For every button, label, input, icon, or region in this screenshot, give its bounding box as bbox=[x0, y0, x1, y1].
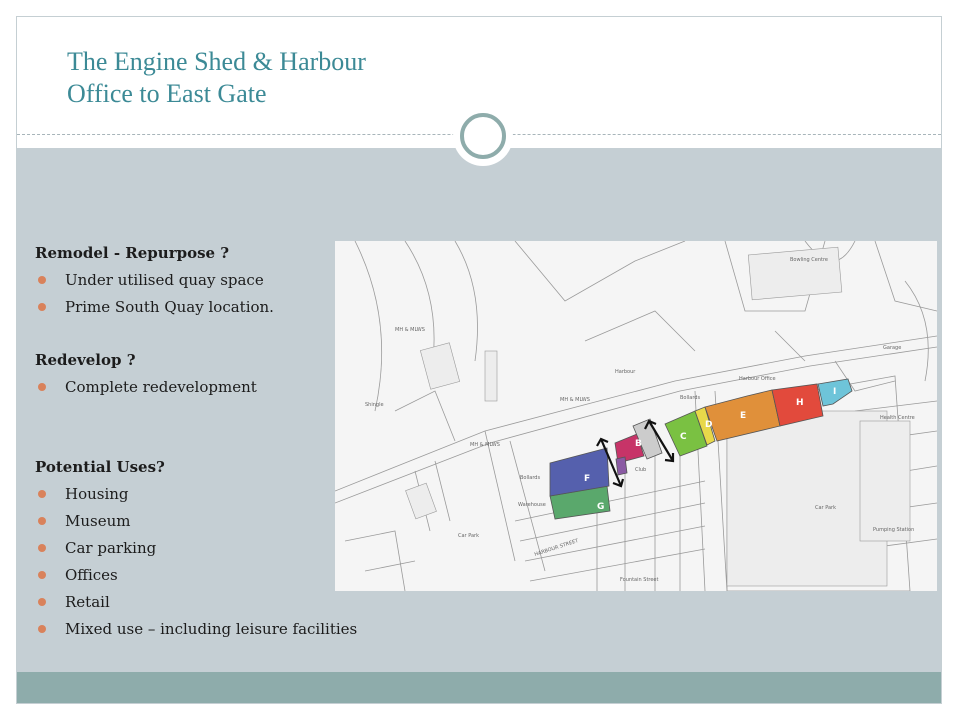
circle-ornament-icon bbox=[453, 106, 513, 166]
remodel-item: Under utilised quay space bbox=[35, 267, 465, 294]
remodel-heading: Remodel - Repurpose ? bbox=[35, 244, 230, 262]
uses-item-text: Housing bbox=[65, 485, 129, 503]
bullet-dot-icon bbox=[38, 490, 46, 498]
slide-title-line-2: Office to East Gate bbox=[67, 79, 267, 108]
bullet-dot-icon bbox=[38, 517, 46, 525]
bullet-dot-icon bbox=[38, 598, 46, 606]
plot-a bbox=[615, 456, 628, 476]
uses-item-text: Retail bbox=[65, 593, 110, 611]
map-label-bowling-centre: Bowling Centre bbox=[790, 257, 828, 263]
uses-item: Mixed use – including leisure facilities bbox=[35, 616, 465, 643]
map-label-car-park: Car Park bbox=[815, 505, 836, 511]
uses-heading: Potential Uses? bbox=[35, 458, 165, 476]
map-label-harbour: Harbour bbox=[615, 369, 636, 375]
map-label-mhw-1: MH & MLWS bbox=[560, 397, 590, 403]
bullet-dot-icon bbox=[38, 383, 46, 391]
uses-item: Offices bbox=[35, 562, 465, 589]
map-label-club: Club bbox=[635, 467, 646, 473]
redevelop-item: Complete redevelopment bbox=[35, 374, 465, 401]
uses-item: Car parking bbox=[35, 535, 465, 562]
map-label-garage: Garage bbox=[883, 345, 901, 351]
redevelop-item-text: Complete redevelopment bbox=[65, 378, 257, 396]
remodel-item-text: Prime South Quay location. bbox=[65, 298, 274, 316]
redevelop-heading: Redevelop ? bbox=[35, 351, 136, 369]
bullet-dot-icon bbox=[38, 276, 46, 284]
map-label-mhw-2: MH & MLWS bbox=[470, 442, 500, 448]
remodel-item-text: Under utilised quay space bbox=[65, 271, 264, 289]
bullet-dot-icon bbox=[38, 303, 46, 311]
uses-item-text: Museum bbox=[65, 512, 131, 530]
plot-label-h: H bbox=[796, 398, 804, 408]
remodel-item: Prime South Quay location. bbox=[35, 294, 465, 321]
footer-band bbox=[17, 672, 941, 703]
uses-item-text: Car parking bbox=[65, 539, 157, 557]
uses-item: Retail bbox=[35, 589, 465, 616]
plot-label-e: E bbox=[740, 411, 746, 421]
bullet-text-column: Remodel - Repurpose ? Under utilised qua… bbox=[35, 240, 465, 643]
plot-label-c: C bbox=[680, 432, 687, 442]
circle-ornament-ring bbox=[460, 113, 506, 159]
map-label-bollards-2: Bollards bbox=[680, 395, 700, 401]
slide: The Engine Shed & Harbour Office to East… bbox=[16, 16, 942, 704]
plot-label-b: B bbox=[635, 439, 642, 449]
bullet-dot-icon bbox=[38, 544, 46, 552]
uses-item: Housing bbox=[35, 481, 465, 508]
map-label-warehouse: Warehouse bbox=[518, 502, 546, 508]
map-label-harbour-office: Harbour Office bbox=[739, 376, 776, 382]
map-label-pumping-station: Pumping Station bbox=[873, 527, 914, 533]
slide-title-line-1: The Engine Shed & Harbour bbox=[67, 47, 366, 76]
bullet-dot-icon bbox=[38, 571, 46, 579]
uses-item-text: Offices bbox=[65, 566, 118, 584]
plot-label-d: D bbox=[705, 420, 712, 430]
plot-label-f: F bbox=[584, 474, 590, 484]
bullet-dot-icon bbox=[38, 625, 46, 633]
map-label-bollards-1: Bollards bbox=[520, 475, 540, 481]
plot-label-i: I bbox=[833, 387, 836, 397]
uses-item: Museum bbox=[35, 508, 465, 535]
uses-item-text: Mixed use – including leisure facilities bbox=[65, 620, 358, 638]
plot-label-g: G bbox=[597, 502, 604, 512]
map-label-fountain-street: Fountain Street bbox=[620, 577, 658, 583]
map-label-health-centre: Health Centre bbox=[880, 415, 915, 421]
